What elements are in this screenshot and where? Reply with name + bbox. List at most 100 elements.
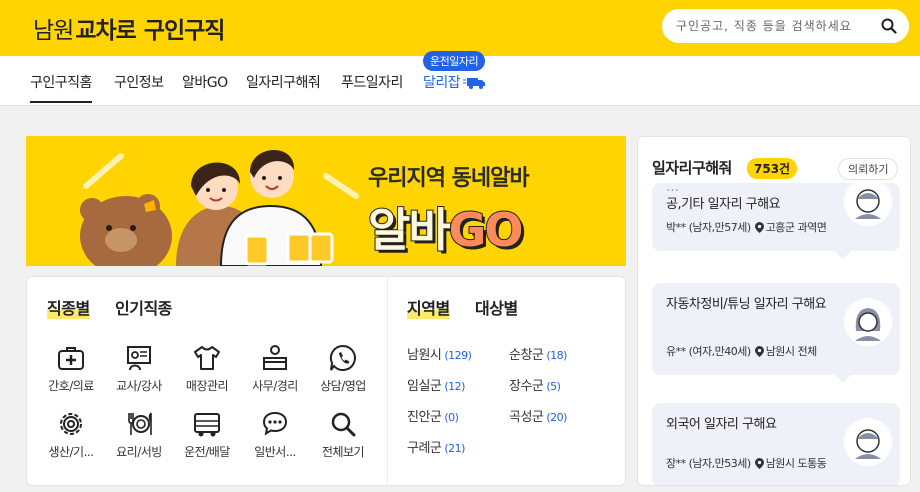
category-label: 요리/서빙 [116,445,162,459]
logo-city: 남원 [33,18,74,44]
request-count-badge: 753건 [747,158,798,179]
region-namwon[interactable]: 남원시 (129) [407,344,472,363]
request-person: 유** (여자,만40세) [666,345,751,358]
region-sunchang[interactable]: 순창군 (18) [509,344,567,363]
category-label: 전체보기 [321,445,365,459]
shirt-icon [194,346,220,370]
category-view-all[interactable]: 전체보기 [312,409,374,460]
nav-item-food-jobs[interactable]: 푸드일자리 [341,72,403,92]
search-icon[interactable] [881,18,897,34]
logo-sub: 구인구직 [143,18,226,44]
category-teacher[interactable]: 교사/강사 [108,343,170,394]
region-name: 곡성군 [509,410,544,425]
category-production[interactable]: 생산/기... [40,409,102,460]
site-logo[interactable]: 남원교차로 구인구직 [33,11,226,45]
banner-tagline: 우리지역 동네알바 [368,166,530,191]
region-count: (0) [444,411,459,424]
region-name: 임실군 [407,379,442,394]
bus-icon [194,413,220,437]
region-imsil[interactable]: 임실군 (12) [407,375,465,394]
region-jangsu[interactable]: 장수군 (5) [509,375,561,394]
region-name: 남원시 [407,348,442,363]
nav-item-albago[interactable]: 알바GO [182,72,228,92]
banner-title: 알바GO [367,194,525,260]
driver-jobs-badge: 운전일자리 [423,51,486,71]
nav-item-dallijob-label: 달리잡 [423,75,461,91]
banner-title-alba: 알바 [367,202,452,258]
region-gokseong[interactable]: 곡성군 (20) [509,406,567,425]
nav-item-find-me-job[interactable]: 일자리구해줘 [246,72,321,92]
nav-item-dallijob[interactable]: 달리잡 [423,72,487,92]
teacher-board-icon [127,346,151,371]
region-count: (21) [444,442,465,455]
location-pin-icon [754,458,764,469]
region-jinan[interactable]: 진안군 (0) [407,406,459,425]
request-location: 남원시 도통동 [765,457,827,470]
tab-by-job-type[interactable]: 직종별 [47,295,90,319]
office-desk-icon [263,345,287,370]
search-box [662,9,909,43]
request-button[interactable]: 의뢰하기 [838,158,899,180]
job-request-panel: 일자리구해줘 753건 의뢰하기 … 공,기타 일자리 구해요 박** (남자,만… [637,136,911,486]
avatar-male-icon [844,183,892,226]
request-person: 장** (남자,만53세) [666,457,751,470]
region-name: 장수군 [509,379,544,394]
banner-illustration [80,149,359,266]
job-request-card[interactable]: … 공,기타 일자리 구해요 박** (남자,만57세) 고흥군 과역면 [652,183,900,251]
avatar-male-icon [844,418,892,466]
dining-icon [128,412,152,435]
request-location: 남원시 전체 [765,345,818,358]
request-location: 고흥군 과역면 [765,221,827,234]
tab-by-target[interactable]: 대상별 [475,295,518,319]
top-bar: 남원교차로 구인구직 [0,0,920,56]
nav-item-job-info[interactable]: 구인정보 [114,72,164,92]
tab-by-region[interactable]: 지역별 [407,295,450,319]
request-meta: 장** (남자,만53세) 남원시 도통동 [666,455,827,471]
category-card: 직종별 인기직종 간호/의료 교사/강사 매장관리 사무/경리 상담/영업 생산… [26,276,626,487]
card-divider [387,277,388,487]
request-meta: 박** (남자,만57세) 고흥군 과역면 [666,219,827,235]
bubble-tail [835,375,851,383]
category-label: 간호/의료 [48,379,94,393]
category-general-service[interactable]: 일반서... [244,409,306,460]
phone-chat-icon [329,344,356,371]
logo-brand: 교차로 [75,18,136,44]
category-label: 운전/배달 [184,445,230,459]
request-title: 외국어 일자리 구해요 [666,417,777,432]
request-meta: 유** (여자,만40세) 남원시 전체 [666,343,817,359]
job-request-card[interactable]: 외국어 일자리 구해요 장** (남자,만53세) 남원시 도통동 [652,403,900,485]
category-label: 매장관리 [185,379,229,393]
category-medical[interactable]: 간호/의료 [40,343,102,394]
panel-title: 일자리구해줘 [652,159,732,177]
category-label: 상담/영업 [320,379,366,393]
job-request-card[interactable]: 자동차정비/튜닝 일자리 구해요 유** (여자,만40세) 남원시 전체 [652,283,900,375]
search-input[interactable] [676,9,876,43]
search-icon [331,412,356,437]
category-office[interactable]: 사무/경리 [244,343,306,394]
region-count: (18) [546,349,567,362]
albago-banner[interactable]: 우리지역 동네알바 알바GO [26,136,626,266]
region-gurye[interactable]: 구례군 (21) [407,437,465,456]
request-title: … 공,기타 일자리 구해요 [666,183,781,212]
speech-bubble-icon [262,411,288,436]
region-count: (12) [444,380,465,393]
avatar-female-icon [844,298,892,346]
category-consulting-sales[interactable]: 상담/영업 [312,343,374,394]
category-label: 일반서... [254,445,296,459]
category-store-management[interactable]: 매장관리 [176,343,238,394]
location-pin-icon [754,222,764,233]
truck-icon [463,78,486,89]
category-driving-delivery[interactable]: 운전/배달 [176,409,238,460]
region-count: (5) [546,380,561,393]
category-cooking-serving[interactable]: 요리/서빙 [108,409,170,460]
region-count: (129) [444,349,472,362]
tab-popular-jobs[interactable]: 인기직종 [115,295,172,319]
gear-icon [60,413,82,435]
banner-title-go: GO [448,202,525,258]
category-label: 사무/경리 [252,379,298,393]
region-name: 순창군 [509,348,544,363]
bubble-tail [835,251,851,259]
request-title: 자동차정비/튜닝 일자리 구해요 [666,297,827,312]
category-label: 교사/강사 [116,379,162,393]
nav-item-jobs-home[interactable]: 구인구직홈 [30,72,92,103]
